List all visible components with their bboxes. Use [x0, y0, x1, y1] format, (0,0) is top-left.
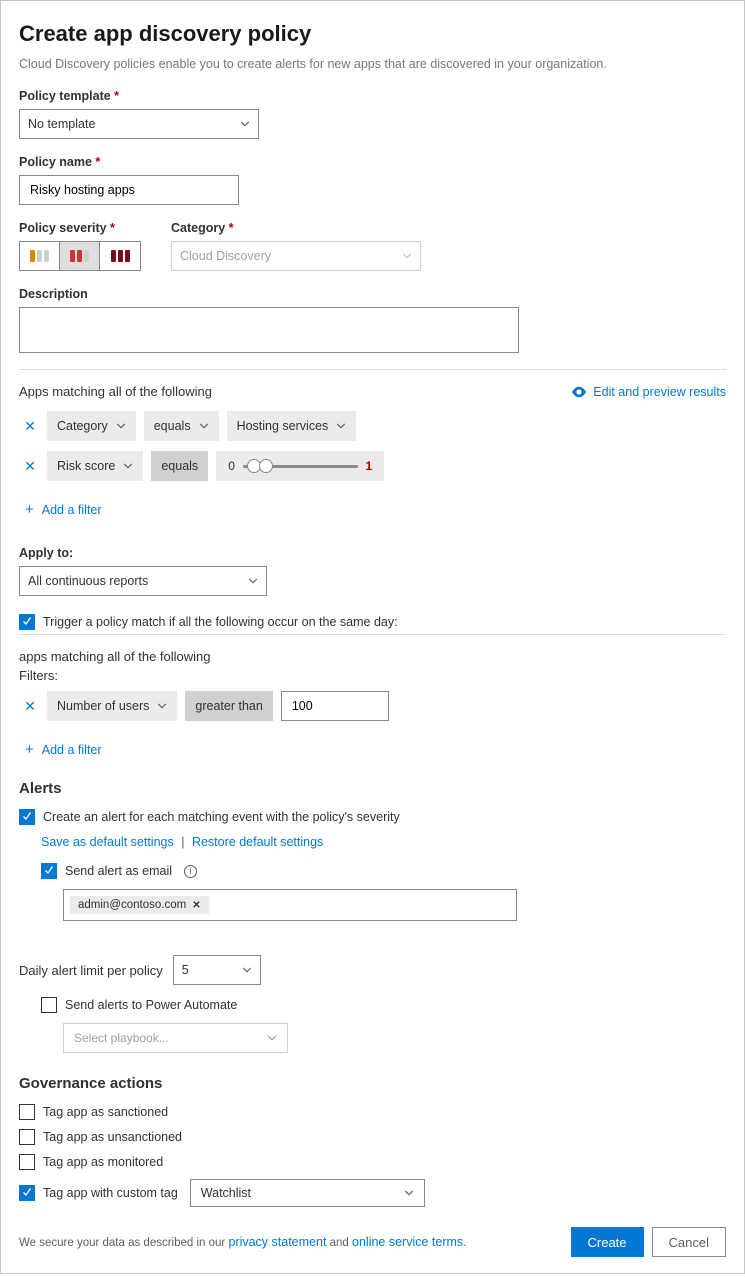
custom-tag-label: Tag app with custom tag: [43, 1186, 178, 1200]
chevron-down-icon: [248, 576, 258, 586]
remove-email-icon[interactable]: ✕: [192, 900, 200, 911]
plus-icon: +: [25, 501, 34, 518]
governance-heading: Governance actions: [19, 1075, 726, 1092]
create-button[interactable]: Create: [571, 1227, 644, 1257]
description-textarea[interactable]: [19, 307, 519, 353]
severity-group: [19, 241, 141, 271]
daily-limit-label: Daily alert limit per policy: [19, 963, 163, 978]
daily-limit-select[interactable]: 5: [173, 955, 261, 985]
policy-template-select[interactable]: No template: [19, 109, 259, 139]
risk-score-slider[interactable]: 0 1: [216, 451, 384, 481]
filter1-value-chip[interactable]: Hosting services: [227, 411, 357, 441]
eye-icon: [572, 386, 586, 398]
monitored-checkbox[interactable]: [19, 1154, 35, 1170]
apply-to-select[interactable]: All continuous reports: [19, 566, 267, 596]
remove-filter-icon[interactable]: ✕: [21, 418, 39, 435]
chevron-down-icon: [404, 1188, 414, 1198]
filters1-heading: Apps matching all of the following: [19, 384, 212, 399]
daily-limit-value: 5: [182, 963, 189, 977]
check-icon: [43, 865, 55, 877]
restore-defaults-link[interactable]: Restore default settings: [192, 835, 323, 849]
custom-tag-value: Watchlist: [201, 1186, 251, 1200]
send-email-label: Send alert as email: [65, 864, 172, 878]
severity-low-button[interactable]: [20, 242, 60, 270]
email-chip: admin@contoso.com ✕: [70, 896, 209, 914]
check-icon: [21, 616, 33, 628]
playbook-select[interactable]: Select playbook...: [63, 1023, 288, 1053]
power-automate-checkbox[interactable]: [41, 997, 57, 1013]
plus-icon: +: [25, 741, 34, 758]
remove-filter-icon[interactable]: ✕: [21, 698, 39, 715]
chevron-down-icon: [402, 251, 412, 261]
custom-tag-select[interactable]: Watchlist: [190, 1179, 425, 1207]
send-email-checkbox[interactable]: [41, 863, 57, 879]
severity-medium-button[interactable]: [60, 242, 100, 270]
filter2-field-chip[interactable]: Risk score: [47, 451, 143, 481]
filter-users-field-chip[interactable]: Number of users: [47, 691, 177, 721]
custom-tag-checkbox[interactable]: [19, 1185, 35, 1201]
policy-name-input[interactable]: [28, 182, 230, 198]
policy-template-value: No template: [28, 117, 95, 131]
chevron-down-icon: [240, 119, 250, 129]
filters2-heading: apps matching all of the following: [19, 649, 726, 664]
sanctioned-label: Tag app as sanctioned: [43, 1105, 168, 1119]
slider-min: 0: [228, 459, 235, 473]
monitored-label: Tag app as monitored: [43, 1155, 163, 1169]
create-alert-checkbox[interactable]: [19, 809, 35, 825]
slider-max: 1: [366, 459, 373, 473]
remove-filter-icon[interactable]: ✕: [21, 458, 39, 475]
filters2-filters-label: Filters:: [19, 668, 726, 683]
chevron-down-icon: [242, 965, 252, 975]
policy-name-input-wrapper: [19, 175, 239, 205]
sanctioned-checkbox[interactable]: [19, 1104, 35, 1120]
check-icon: [21, 1187, 33, 1199]
slider-track[interactable]: [243, 465, 358, 468]
policy-severity-label: Policy severity: [19, 221, 141, 235]
footer-text: We secure your data as described in our …: [19, 1235, 466, 1249]
trigger-label: Trigger a policy match if all the follow…: [43, 615, 398, 629]
page-title: Create app discovery policy: [19, 21, 726, 47]
chevron-down-icon: [157, 701, 167, 711]
page-subtitle: Cloud Discovery policies enable you to c…: [19, 57, 726, 71]
cancel-button[interactable]: Cancel: [652, 1227, 726, 1257]
chevron-down-icon: [267, 1033, 277, 1043]
save-defaults-link[interactable]: Save as default settings: [41, 835, 174, 849]
filter1-field-chip[interactable]: Category: [47, 411, 136, 441]
trigger-checkbox[interactable]: [19, 614, 35, 630]
check-icon: [21, 811, 33, 823]
filter2-op-chip[interactable]: equals: [151, 451, 208, 481]
add-filter-button[interactable]: + Add a filter: [25, 741, 102, 758]
chevron-down-icon: [116, 421, 126, 431]
apply-to-value: All continuous reports: [28, 574, 148, 588]
category-label: Category: [171, 221, 421, 235]
policy-name-label: Policy name: [19, 155, 726, 169]
add-filter-button[interactable]: + Add a filter: [25, 501, 102, 518]
terms-link[interactable]: online service terms: [352, 1235, 463, 1249]
policy-template-label: Policy template: [19, 89, 726, 103]
filter-users-value-wrapper: [281, 691, 389, 721]
category-select: Cloud Discovery: [171, 241, 421, 271]
alerts-heading: Alerts: [19, 780, 726, 797]
chevron-down-icon: [336, 421, 346, 431]
playbook-placeholder: Select playbook...: [74, 1031, 169, 1045]
chevron-down-icon: [123, 461, 133, 471]
category-value: Cloud Discovery: [180, 249, 271, 263]
severity-high-button[interactable]: [100, 242, 140, 270]
info-icon[interactable]: i: [184, 865, 197, 878]
privacy-link[interactable]: privacy statement: [228, 1235, 326, 1249]
unsanctioned-checkbox[interactable]: [19, 1129, 35, 1145]
email-input[interactable]: admin@contoso.com ✕: [63, 889, 517, 921]
power-automate-label: Send alerts to Power Automate: [65, 998, 237, 1012]
unsanctioned-label: Tag app as unsanctioned: [43, 1130, 182, 1144]
filter-users-value-input[interactable]: [290, 698, 380, 714]
edit-preview-link[interactable]: Edit and preview results: [572, 385, 726, 399]
slider-thumb-right[interactable]: [259, 459, 273, 473]
chevron-down-icon: [199, 421, 209, 431]
apply-to-label: Apply to:: [19, 546, 726, 560]
create-alert-label: Create an alert for each matching event …: [43, 810, 400, 824]
filter1-op-chip[interactable]: equals: [144, 411, 219, 441]
filter-users-op-chip[interactable]: greater than: [185, 691, 272, 721]
description-label: Description: [19, 287, 726, 301]
